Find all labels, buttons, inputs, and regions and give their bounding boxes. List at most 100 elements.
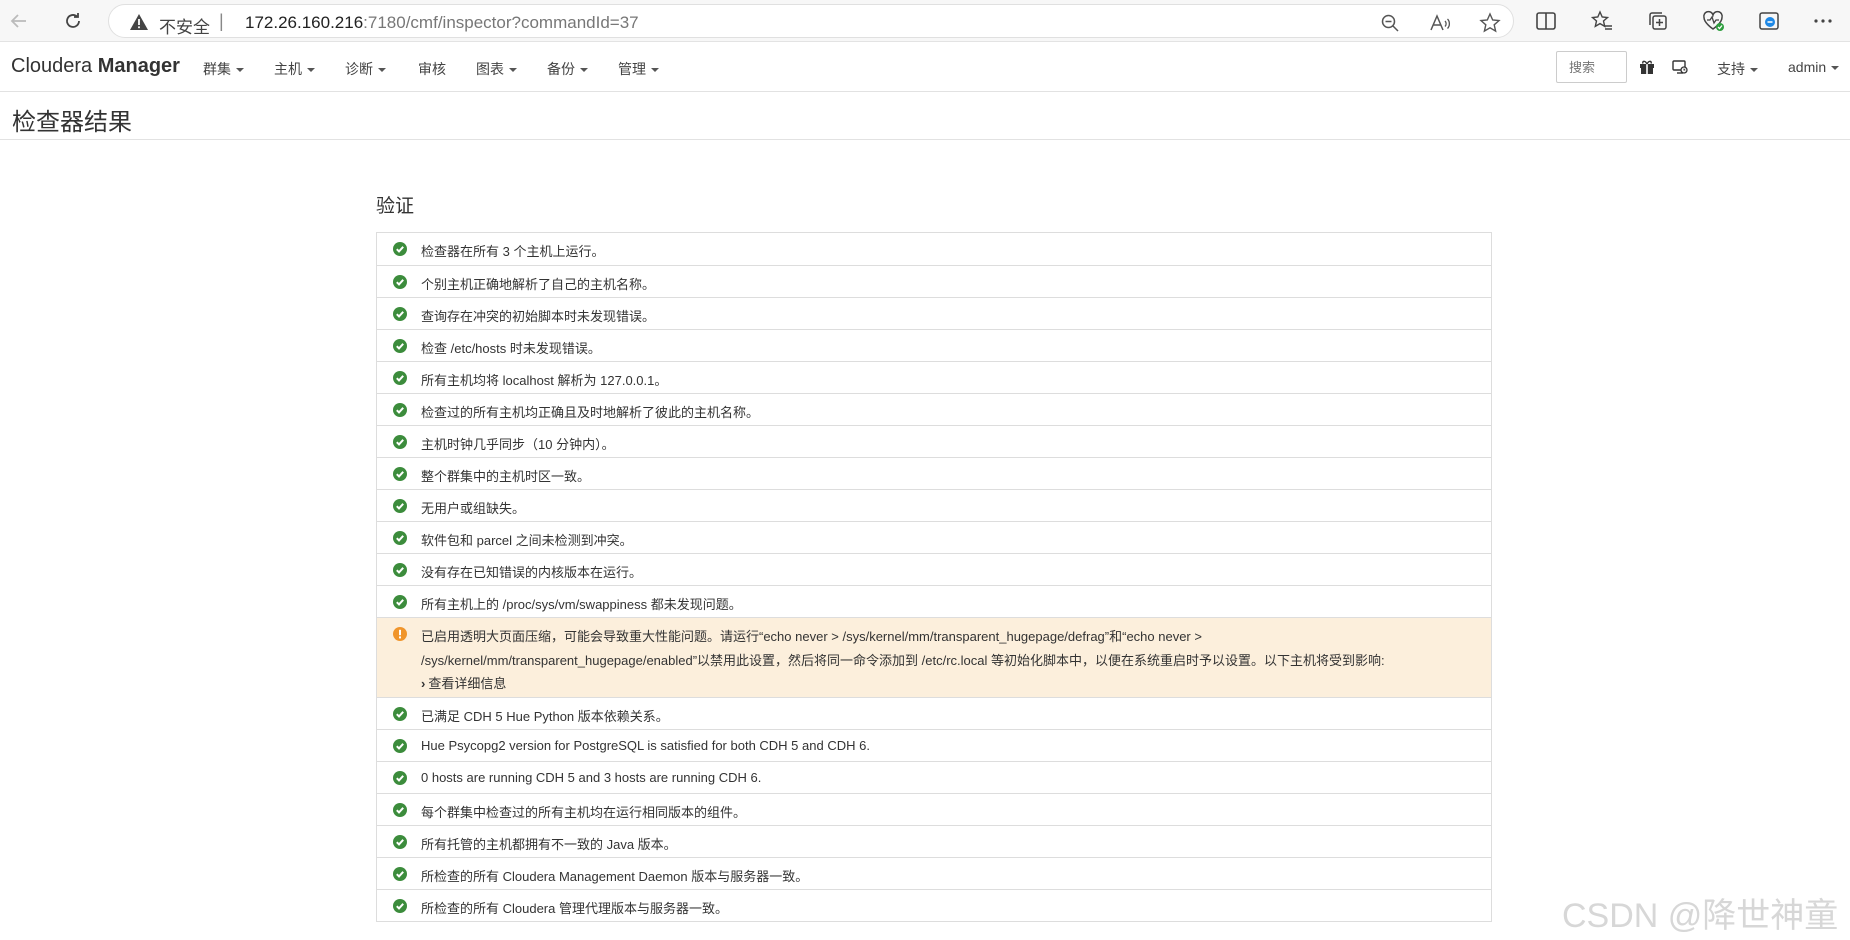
check-text: 没有存在已知错误的内核版本在运行。	[421, 565, 643, 580]
menu-label: 群集	[203, 61, 231, 77]
edge-extension-icon[interactable]	[1756, 8, 1782, 34]
check-circle-icon	[393, 339, 407, 353]
check-text: 所有托管的主机都拥有不一致的 Java 版本。	[421, 837, 677, 852]
menu-clusters[interactable]: 群集	[203, 59, 244, 79]
check-row: 所有主机上的 /proc/sys/vm/swappiness 都未发现问题。	[377, 585, 1491, 617]
caret-down-icon	[1750, 68, 1758, 73]
check-text: 个别主机正确地解析了自己的主机名称。	[421, 277, 656, 292]
brand-bold: Manager	[97, 55, 180, 77]
menu-backup[interactable]: 备份	[547, 59, 588, 79]
check-circle-icon	[393, 803, 407, 817]
view-details-toggle[interactable]: › 查看详细信息	[421, 673, 506, 692]
check-row: 查询存在冲突的初始脚本时未发现错误。	[377, 297, 1491, 329]
validation-list: 检查器在所有 3 个主机上运行。 个别主机正确地解析了自己的主机名称。 查询存在…	[376, 232, 1492, 922]
check-text: 每个群集中检查过的所有主机均在运行相同版本的组件。	[421, 805, 747, 820]
address-separator: |	[219, 11, 224, 31]
menu-label: 审核	[418, 61, 446, 77]
check-row: 所有托管的主机都拥有不一致的 Java 版本。	[377, 825, 1491, 857]
exclamation-circle-icon	[393, 627, 407, 641]
check-circle-icon	[393, 771, 407, 785]
watermark: CSDN @降世神童	[1562, 897, 1839, 935]
check-text: 查询存在冲突的初始脚本时未发现错误。	[421, 309, 656, 324]
back-button[interactable]	[6, 8, 32, 34]
menu-label: 备份	[547, 61, 575, 77]
collections-icon[interactable]	[1645, 8, 1671, 34]
check-row: 所检查的所有 Cloudera 管理代理版本与服务器一致。	[377, 889, 1491, 921]
menu-label: 诊断	[345, 61, 373, 77]
check-row: 无用户或组缺失。	[377, 489, 1491, 521]
url-host: 172.26.160.216	[245, 13, 364, 32]
check-text: 检查器在所有 3 个主机上运行。	[421, 244, 605, 259]
favorites-icon[interactable]	[1589, 8, 1615, 34]
check-circle-icon	[393, 242, 407, 256]
warning-text-line1: 已启用透明大页面压缩，可能会导致重大性能问题。请运行“echo never > …	[421, 629, 1202, 644]
reload-button[interactable]	[60, 8, 86, 34]
parcel-gift-icon[interactable]	[1638, 58, 1656, 76]
check-row: 所有主机均将 localhost 解析为 127.0.0.1。	[377, 361, 1491, 393]
check-circle-icon	[393, 371, 407, 385]
split-screen-icon[interactable]	[1533, 8, 1559, 34]
url-text[interactable]: 172.26.160.216:7180/cmf/inspector?comman…	[245, 13, 639, 33]
check-row: 所检查的所有 Cloudera Management Daemon 版本与服务器…	[377, 857, 1491, 889]
check-circle-icon	[393, 739, 407, 753]
menu-hosts[interactable]: 主机	[274, 59, 315, 79]
favorite-star-icon[interactable]	[1479, 12, 1501, 34]
chevron-right-icon: ›	[421, 676, 426, 691]
browser-essentials-icon[interactable]	[1700, 8, 1726, 34]
check-circle-icon	[393, 867, 407, 881]
brand-light: Cloudera	[11, 55, 98, 77]
brand-logo[interactable]: Cloudera Manager	[11, 55, 180, 78]
check-row: Hue Psycopg2 version for PostgreSQL is s…	[377, 729, 1491, 761]
check-circle-icon	[393, 899, 407, 913]
check-text: 已满足 CDH 5 Hue Python 版本依赖关系。	[421, 709, 669, 724]
view-details-label: 查看详细信息	[428, 676, 507, 691]
warning-text-line2: /sys/kernel/mm/transparent_hugepage/enab…	[421, 653, 1385, 668]
menu-administration[interactable]: 管理	[618, 59, 659, 79]
reload-icon	[66, 13, 80, 28]
read-aloud-icon[interactable]	[1429, 12, 1451, 34]
check-row: 软件包和 parcel 之间未检测到冲突。	[377, 521, 1491, 553]
menu-user[interactable]: admin	[1788, 59, 1840, 75]
warning-triangle-icon	[129, 13, 149, 36]
check-text: 所有主机均将 localhost 解析为 127.0.0.1。	[421, 373, 668, 388]
check-circle-icon	[393, 307, 407, 321]
more-options-icon[interactable]	[1810, 8, 1836, 34]
url-path: :7180/cmf/inspector?commandId=37	[363, 13, 639, 32]
menu-label: 管理	[618, 61, 646, 77]
check-circle-icon	[393, 435, 407, 449]
caret-down-icon	[580, 68, 588, 73]
warning-row: 已启用透明大页面压缩，可能会导致重大性能问题。请运行“echo never > …	[377, 617, 1491, 697]
check-circle-icon	[393, 275, 407, 289]
menu-charts[interactable]: 图表	[476, 59, 517, 79]
security-status[interactable]: 不安全	[159, 13, 210, 38]
check-text: 所检查的所有 Cloudera 管理代理版本与服务器一致。	[421, 901, 728, 916]
check-circle-icon	[393, 531, 407, 545]
check-text: 所有主机上的 /proc/sys/vm/swappiness 都未发现问题。	[421, 597, 742, 612]
check-circle-icon	[393, 499, 407, 513]
check-row: 检查过的所有主机均正确且及时地解析了彼此的主机名称。	[377, 393, 1491, 425]
caret-down-icon	[651, 68, 659, 73]
caret-down-icon	[1831, 66, 1840, 71]
check-row: 每个群集中检查过的所有主机均在运行相同版本的组件。	[377, 793, 1491, 825]
check-circle-icon	[393, 467, 407, 481]
menu-support[interactable]: 支持	[1717, 59, 1758, 79]
check-row: 检查 /etc/hosts 时未发现错误。	[377, 329, 1491, 361]
check-row: 没有存在已知错误的内核版本在运行。	[377, 553, 1491, 585]
check-circle-icon	[393, 595, 407, 609]
search-input[interactable]	[1556, 51, 1627, 83]
check-text: 0 hosts are running CDH 5 and 3 hosts ar…	[421, 770, 762, 785]
check-text: Hue Psycopg2 version for PostgreSQL is s…	[421, 738, 870, 753]
caret-down-icon	[236, 68, 244, 73]
check-row: 主机时钟几乎同步（10 分钟内）。	[377, 425, 1491, 457]
menu-audits[interactable]: 审核	[418, 59, 446, 79]
zoom-out-icon[interactable]	[1379, 12, 1401, 34]
check-text: 软件包和 parcel 之间未检测到冲突。	[421, 533, 633, 548]
browser-toolbar: 不安全 | 172.26.160.216:7180/cmf/inspector?…	[0, 0, 1850, 42]
menu-label: 图表	[476, 61, 504, 77]
running-commands-icon[interactable]	[1671, 58, 1689, 76]
menu-label: 主机	[274, 61, 302, 77]
address-bar[interactable]: 不安全 | 172.26.160.216:7180/cmf/inspector?…	[108, 4, 1514, 38]
check-circle-icon	[393, 563, 407, 577]
check-circle-icon	[393, 707, 407, 721]
menu-diagnostics[interactable]: 诊断	[345, 59, 386, 79]
